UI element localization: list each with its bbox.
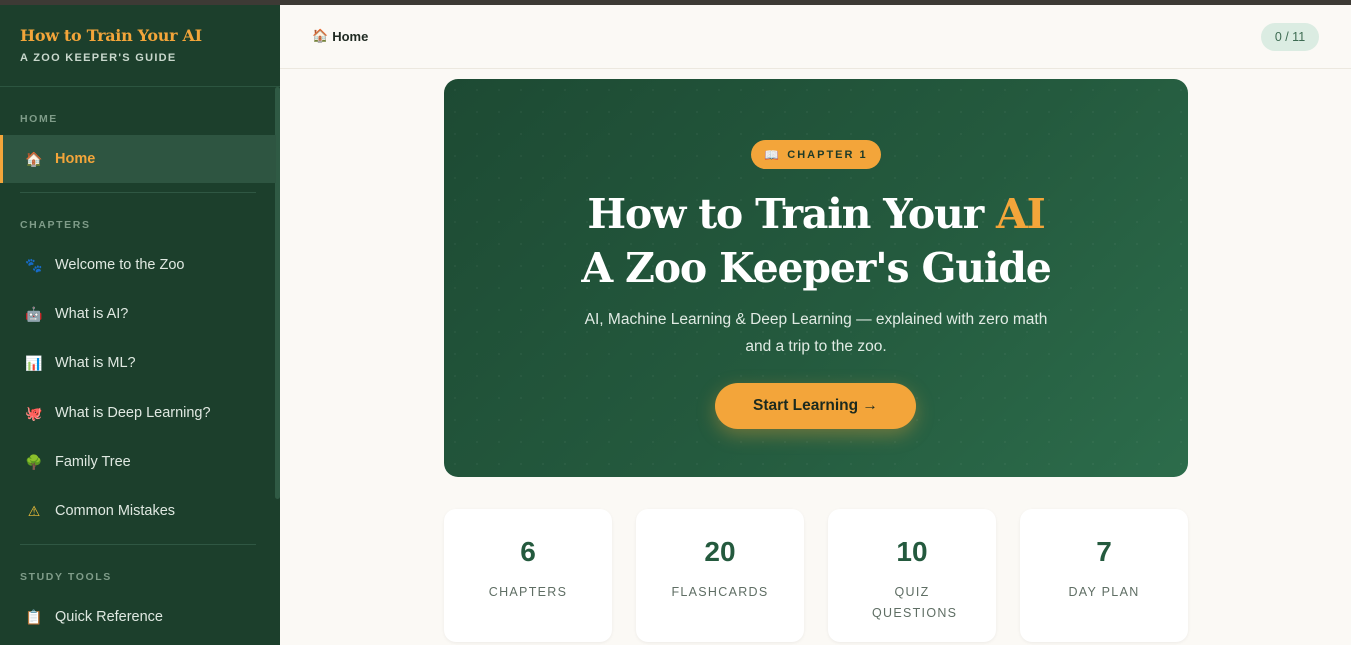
top-header: 🏠 Home 0 / 11 xyxy=(280,5,1351,69)
hero-description: AI, Machine Learning & Deep Learning — e… xyxy=(444,306,1188,360)
breadcrumb[interactable]: 🏠 Home xyxy=(312,28,368,44)
sidebar-item-home[interactable]: 🏠 Home xyxy=(0,135,276,183)
paw-icon: 🐾 xyxy=(25,256,43,273)
stat-card-quiz-questions: 10 QUIZ QUESTIONS xyxy=(828,509,996,642)
sidebar-item-label: Home xyxy=(55,151,96,167)
hero-title-line1: How to Train Your xyxy=(587,190,997,238)
sidebar-item-common-mistakes[interactable]: ⚠ Common Mistakes xyxy=(0,487,276,535)
stat-value: 6 xyxy=(520,536,536,567)
sidebar-item-deep-learning[interactable]: 🐙 What is Deep Learning? xyxy=(0,389,276,437)
hero-title: How to Train Your AI A Zoo Keeper's Guid… xyxy=(444,187,1188,295)
sidebar-item-label: What is Deep Learning? xyxy=(55,405,211,421)
hero-title-line2: A Zoo Keeper's Guide xyxy=(581,244,1052,292)
start-learning-button[interactable]: Start Learning → xyxy=(715,383,916,429)
stat-label: DAY PLAN xyxy=(1068,585,1140,599)
sidebar-divider xyxy=(20,544,256,545)
stat-label: FLASHCARDS xyxy=(671,585,769,599)
sidebar-item-label: Family Tree xyxy=(55,454,131,470)
sidebar: How to Train Your AI A ZOO KEEPER'S GUID… xyxy=(0,5,280,645)
sidebar-item-quick-reference[interactable]: 📋 Quick Reference xyxy=(0,593,276,641)
section-label-chapters: CHAPTERS xyxy=(20,219,91,231)
sidebar-item-welcome[interactable]: 🐾 Welcome to the Zoo xyxy=(0,241,276,289)
breadcrumb-label: Home xyxy=(332,28,369,44)
tree-icon: 🌳 xyxy=(25,453,43,470)
stat-value: 20 xyxy=(704,536,736,567)
sidebar-item-family-tree[interactable]: 🌳 Family Tree xyxy=(0,438,276,486)
section-label-study-tools: STUDY TOOLS xyxy=(20,571,112,583)
hero-description-line1: AI, Machine Learning & Deep Learning — e… xyxy=(584,311,1048,328)
brand-title[interactable]: How to Train Your AI xyxy=(20,26,260,45)
house-icon: 🏠 xyxy=(25,150,43,167)
stat-card-flashcards: 20 FLASHCARDS xyxy=(636,509,804,642)
stat-card-chapters: 6 CHAPTERS xyxy=(444,509,612,642)
octopus-icon: 🐙 xyxy=(25,404,43,421)
progress-badge: 0 / 11 xyxy=(1261,23,1319,51)
hero-description-line2: and a trip to the zoo. xyxy=(745,338,887,355)
robot-icon: 🤖 xyxy=(25,305,43,322)
book-icon: 📖 xyxy=(764,147,780,162)
house-icon: 🏠 xyxy=(312,28,329,43)
stat-value: 10 xyxy=(896,536,928,567)
hero-banner: 📖 CHAPTER 1 How to Train Your AI A Zoo K… xyxy=(444,79,1188,477)
sidebar-item-label: Quick Reference xyxy=(55,609,163,625)
sidebar-item-label: What is ML? xyxy=(55,355,136,371)
brand-subtitle: A ZOO KEEPER'S GUIDE xyxy=(20,52,177,64)
window-top-strip xyxy=(0,0,1351,5)
sidebar-item-what-is-ai[interactable]: 🤖 What is AI? xyxy=(0,290,276,338)
sidebar-item-what-is-ml[interactable]: 📊 What is ML? xyxy=(0,339,276,387)
sidebar-item-label: What is AI? xyxy=(55,306,129,322)
sidebar-item-label: Common Mistakes xyxy=(55,503,176,519)
chapter-badge-label: CHAPTER 1 xyxy=(787,148,868,161)
bar-chart-icon: 📊 xyxy=(25,354,43,371)
sidebar-item-label: Welcome to the Zoo xyxy=(55,257,185,273)
stat-card-day-plan: 7 DAY PLAN xyxy=(1020,509,1188,642)
section-label-home: HOME xyxy=(20,113,58,125)
stat-label: QUIZ QUESTIONS xyxy=(872,585,958,620)
chapter-badge: 📖 CHAPTER 1 xyxy=(751,140,881,169)
sidebar-divider xyxy=(20,192,256,193)
clipboard-icon: 📋 xyxy=(25,608,43,625)
warning-icon: ⚠ xyxy=(27,502,41,519)
stat-value: 7 xyxy=(1096,536,1112,567)
brand: How to Train Your AI A ZOO KEEPER'S GUID… xyxy=(0,5,280,87)
stat-label: CHAPTERS xyxy=(488,585,568,599)
hero-title-accent: AI xyxy=(996,190,1046,238)
